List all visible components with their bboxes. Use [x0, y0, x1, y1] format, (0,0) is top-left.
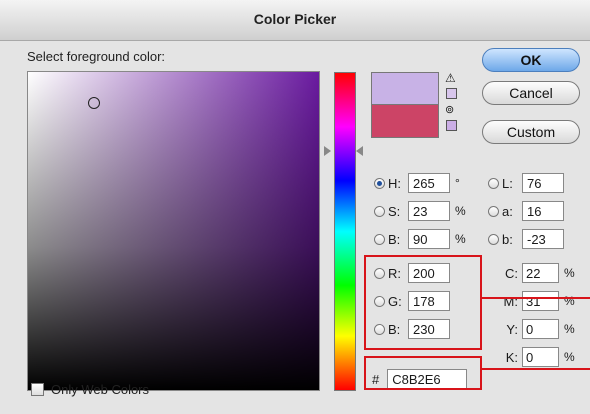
saturation-input[interactable]: 23 — [408, 201, 450, 221]
black-row: K: 0 % — [496, 346, 576, 368]
cancel-button[interactable]: Cancel — [482, 81, 580, 105]
cyan-row: C: 22 % — [496, 262, 576, 284]
only-web-colors-label[interactable]: Only Web Colors — [51, 382, 149, 397]
lab-b-label: b: — [502, 231, 513, 247]
saturation-radio[interactable] — [374, 205, 385, 217]
hex-callout-line — [482, 368, 590, 370]
cyan-label: C: — [505, 265, 518, 281]
brightness-label: B: — [388, 231, 401, 247]
black-label: K: — [505, 349, 518, 365]
lab-l-label: L: — [502, 175, 513, 191]
select-color-prompt: Select foreground color: — [27, 49, 166, 64]
black-input[interactable]: 0 — [522, 347, 559, 367]
title-bar: Color Picker — [0, 0, 590, 41]
magenta-row: M: 31 % — [496, 290, 576, 312]
lab-b-input[interactable]: -23 — [522, 229, 564, 249]
yellow-input[interactable]: 0 — [522, 319, 559, 339]
hue-input[interactable]: 265 — [408, 173, 450, 193]
lab-a-row: a: 16 — [488, 200, 564, 222]
lab-l-row: L: 76 — [488, 172, 564, 194]
hue-radio[interactable] — [374, 177, 385, 189]
yellow-unit: % — [564, 322, 575, 336]
lab-b-radio[interactable] — [488, 233, 499, 245]
brightness-row: B: 90 % — [374, 228, 467, 250]
hue-slider-left-handle[interactable] — [324, 146, 331, 156]
hue-unit: ° — [455, 176, 460, 190]
lab-b-row: b: -23 — [488, 228, 564, 250]
lab-a-input[interactable]: 16 — [522, 201, 564, 221]
hue-slider-right-handle[interactable] — [356, 146, 363, 156]
cyan-unit: % — [564, 266, 575, 280]
yellow-label: Y: — [506, 321, 518, 337]
rgb-callout-line — [482, 297, 590, 299]
out-of-gamut-warning-icon[interactable]: ⚠ — [445, 72, 456, 84]
rgb-highlight-box — [364, 255, 482, 350]
window-title: Color Picker — [253, 11, 337, 27]
color-field[interactable] — [27, 71, 320, 391]
custom-button[interactable]: Custom — [482, 120, 580, 144]
lab-l-input[interactable]: 76 — [522, 173, 564, 193]
brightness-unit: % — [455, 232, 466, 246]
ok-button[interactable]: OK — [482, 48, 580, 72]
not-web-safe-warning-icon[interactable]: ⊚ — [445, 104, 454, 116]
lab-a-label: a: — [502, 203, 513, 219]
current-color-swatch[interactable] — [371, 104, 439, 138]
color-field-marker[interactable] — [88, 97, 100, 109]
yellow-row: Y: 0 % — [496, 318, 576, 340]
web-safe-swatch-icon[interactable] — [446, 120, 457, 131]
saturation-row: S: 23 % — [374, 200, 467, 222]
only-web-colors-checkbox[interactable] — [31, 383, 44, 396]
color-picker-window: Color Picker Select foreground color: ⚠ … — [0, 0, 590, 414]
cyan-input[interactable]: 22 — [522, 263, 559, 283]
hex-highlight-box — [364, 356, 482, 390]
saturation-unit: % — [455, 204, 466, 218]
new-color-swatch — [371, 72, 439, 106]
lab-a-radio[interactable] — [488, 205, 499, 217]
brightness-radio[interactable] — [374, 233, 385, 245]
lab-l-radio[interactable] — [488, 177, 499, 189]
black-unit: % — [564, 350, 575, 364]
magenta-label: M: — [503, 293, 518, 309]
saturation-label: S: — [388, 203, 401, 219]
brightness-input[interactable]: 90 — [408, 229, 450, 249]
hue-slider[interactable] — [334, 72, 356, 391]
gamut-swatch-icon[interactable] — [446, 88, 457, 99]
magenta-input[interactable]: 31 — [522, 291, 559, 311]
hue-label: H: — [388, 175, 401, 191]
hue-row: H: 265 ° — [374, 172, 467, 194]
